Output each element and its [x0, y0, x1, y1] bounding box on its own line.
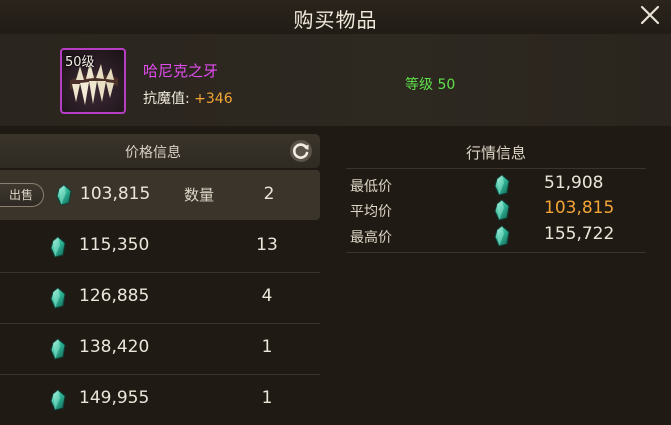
market-row-average: 平均价 103,815: [348, 197, 648, 223]
price-panel-title: 价格信息: [125, 145, 181, 161]
listing-row[interactable]: 126,885 4: [0, 273, 320, 324]
market-panel-title: 行情信息: [465, 144, 526, 162]
market-label: 最高价: [350, 230, 392, 246]
listing-row[interactable]: 149,955 1: [0, 375, 320, 425]
market-divider: [346, 252, 646, 253]
item-stat: 抗魔值: +346: [143, 88, 233, 108]
listing-price: 103,815: [80, 184, 151, 204]
listing-price: 149,955: [79, 388, 150, 408]
price-panel-header: 价格信息: [0, 134, 320, 168]
listing-price: 126,885: [79, 286, 150, 306]
window-title: 购买物品: [293, 8, 378, 32]
item-required-level: 等级 50: [405, 77, 456, 93]
item-stat-label: 抗魔值:: [143, 91, 190, 107]
gem-icon: [49, 389, 67, 411]
listing-quantity: 13: [256, 235, 278, 255]
listing-quantity: 2: [263, 184, 275, 204]
market-value: 103,815: [544, 198, 615, 218]
listing-price: 115,350: [79, 235, 150, 255]
market-panel: 行情信息 最低价 51,908 平均价 103,815 最高价 155,722: [328, 126, 671, 400]
quantity-label: 数量: [184, 186, 215, 204]
title-bar: 购买物品: [0, 0, 671, 35]
listing-row[interactable]: 出售 103,815 数量 2: [0, 170, 320, 220]
listing-quantity: 1: [261, 388, 273, 408]
gem-icon: [49, 236, 67, 258]
gem-icon: [493, 174, 511, 196]
market-value: 51,908: [544, 173, 604, 193]
sell-button[interactable]: 出售: [0, 183, 44, 207]
gem-icon: [493, 225, 511, 247]
item-name: 哈尼克之牙: [143, 62, 219, 80]
listing-row[interactable]: 138,420 1: [0, 324, 320, 375]
market-label: 平均价: [350, 204, 392, 220]
listing-row[interactable]: 115,350 13: [0, 222, 320, 273]
close-icon[interactable]: [639, 4, 661, 26]
gem-icon: [49, 338, 67, 360]
item-icon-frame[interactable]: 50级: [60, 48, 126, 114]
listing-price: 138,420: [79, 337, 150, 357]
item-stat-value: +346: [194, 91, 233, 107]
item-level-badge: 50级: [65, 55, 95, 70]
gem-icon: [49, 287, 67, 309]
item-info-band: 50级 哈尼克之牙 抗魔值: +346 等级 50: [0, 34, 671, 126]
listing-quantity: 1: [261, 337, 273, 357]
gem-icon: [493, 199, 511, 221]
refresh-icon[interactable]: [289, 139, 313, 163]
price-panel: 价格信息 出售 103,815 数量 2 115,350 13 126,885 …: [0, 126, 320, 400]
market-panel-header: 行情信息: [346, 136, 646, 169]
market-value: 155,722: [544, 224, 615, 244]
listing-quantity: 4: [261, 286, 273, 306]
gem-icon: [55, 184, 73, 206]
market-label: 最低价: [350, 179, 392, 195]
market-row-lowest: 最低价 51,908: [348, 172, 648, 198]
market-row-highest: 最高价 155,722: [348, 223, 648, 249]
